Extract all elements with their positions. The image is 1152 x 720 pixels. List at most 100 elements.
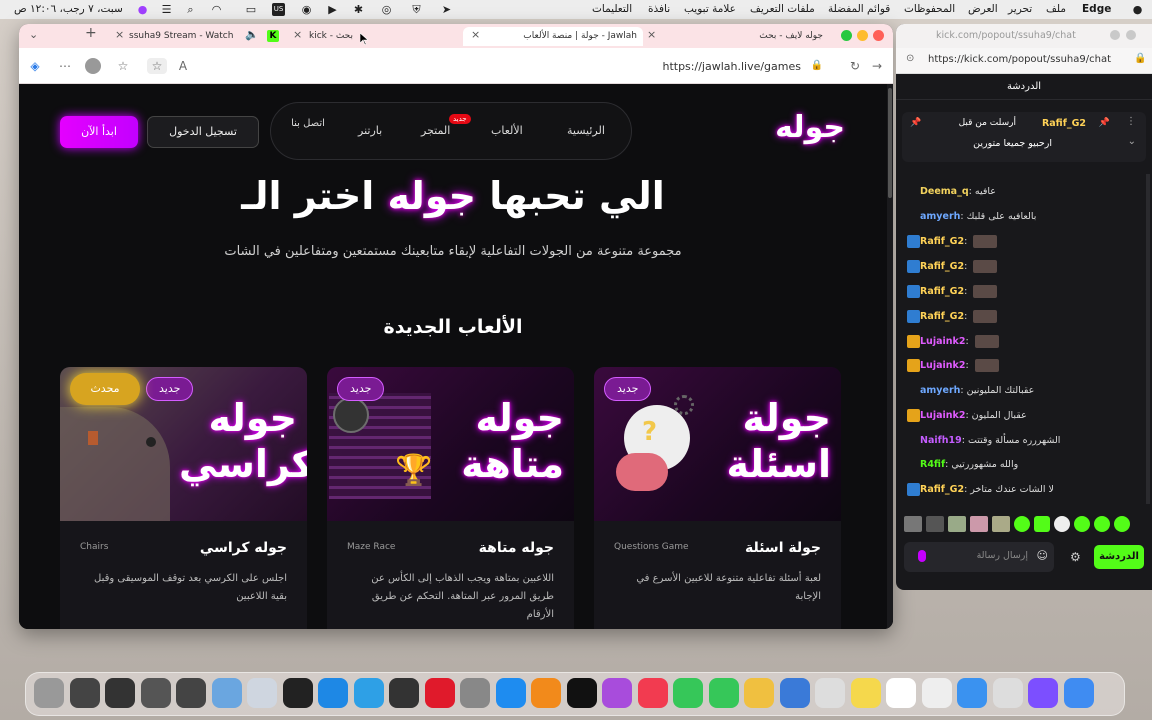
- expand-chevron-icon[interactable]: ⌄: [1128, 136, 1136, 147]
- menu-edit[interactable]: تحرير: [1008, 3, 1032, 15]
- safari-icon[interactable]: [318, 678, 348, 708]
- copilot-icon[interactable]: ◈: [27, 58, 43, 74]
- finder-window-icon[interactable]: [140, 678, 171, 708]
- close-window-button[interactable]: [873, 30, 884, 41]
- chat-username[interactable]: amyerh: [920, 385, 960, 396]
- nav-store[interactable]: المتجر: [421, 124, 450, 137]
- refresh-icon[interactable]: ↻: [847, 58, 863, 74]
- pinned-message[interactable]: ⋮ 📌 أرسلت من قبل Rafif_G2 📌 ارحبيو جميعا…: [902, 112, 1146, 162]
- control-center-icon[interactable]: ☰: [160, 3, 173, 16]
- chat-input[interactable]: إرسال رسالة ☺: [904, 542, 1054, 572]
- chat-username[interactable]: Lujaink2: [920, 410, 965, 421]
- play-icon[interactable]: ▶: [326, 3, 339, 16]
- menu-tab[interactable]: علامة تبويب: [684, 3, 736, 15]
- zoom-window-button[interactable]: [841, 30, 852, 41]
- minimize-window-button[interactable]: [857, 30, 868, 41]
- tab-kick-search[interactable]: kick - بحث: [303, 27, 453, 46]
- menu-app-name[interactable]: Edge: [1082, 3, 1111, 15]
- emote-icon[interactable]: [948, 516, 966, 532]
- emote-icon[interactable]: [992, 516, 1010, 532]
- terminal-icon[interactable]: [282, 678, 313, 708]
- opera-icon[interactable]: [424, 678, 455, 708]
- menu-view[interactable]: العرض: [968, 3, 998, 15]
- nav-games[interactable]: الألعاب: [491, 124, 523, 137]
- nav-contact[interactable]: اتصل بنا: [291, 117, 325, 131]
- tab-kick-stream[interactable]: ssuha9 Stream - Watch: [123, 27, 263, 46]
- chat-send-button[interactable]: الدردشة: [1094, 545, 1144, 569]
- url-text[interactable]: https://jawlah.live/games: [662, 60, 801, 73]
- game-card-questions[interactable]: جولة اسئلة ? جديد جولة اسئلة Questions G…: [594, 367, 841, 629]
- location-icon[interactable]: ➤: [440, 3, 453, 16]
- kick-emote-icon[interactable]: [1074, 516, 1090, 532]
- menu-window[interactable]: نافذة: [648, 3, 670, 15]
- music-icon[interactable]: [637, 678, 668, 708]
- more-menu-icon[interactable]: ⋯: [57, 58, 73, 74]
- finder-window-icon[interactable]: [69, 678, 100, 708]
- chat-scrollbar[interactable]: [1146, 174, 1150, 504]
- chat-username[interactable]: Rafif_G2: [920, 236, 964, 247]
- notes-icon[interactable]: [850, 678, 881, 708]
- chat-username[interactable]: Naifh19: [920, 435, 962, 446]
- kick-emote-icon[interactable]: [1034, 516, 1050, 532]
- page-scrollbar[interactable]: [887, 84, 893, 629]
- read-aloud-icon[interactable]: A: [175, 58, 191, 74]
- siri-icon[interactable]: [1028, 678, 1058, 708]
- menu-help[interactable]: التعليمات: [592, 3, 632, 15]
- menu-favorites[interactable]: قوائم المفضلة: [828, 3, 890, 15]
- battery-icon[interactable]: ▭: [242, 3, 260, 16]
- kick-emote-icon[interactable]: [1054, 516, 1070, 532]
- menubar-clock[interactable]: سبت، ٧ رجب، ١٢:٠٦ ص: [14, 3, 123, 15]
- chat-username[interactable]: Lujaink2: [920, 360, 965, 371]
- edge-icon[interactable]: [353, 678, 384, 708]
- trash-icon[interactable]: [34, 678, 64, 708]
- status-icon[interactable]: ◎: [380, 3, 393, 16]
- tab-jawlah-search[interactable]: جوله لايف - بحث: [659, 27, 829, 46]
- close-tab-icon[interactable]: ×: [471, 28, 480, 41]
- photos-icon[interactable]: [744, 678, 774, 708]
- site-info-icon[interactable]: ⊙: [906, 53, 914, 64]
- login-button[interactable]: تسجيل الدخول: [147, 116, 259, 148]
- chat-username[interactable]: Rafif_G2: [920, 311, 964, 322]
- pinned-user[interactable]: Rafif_G2: [1042, 118, 1086, 129]
- chat-username[interactable]: Rafif_G2: [920, 484, 964, 495]
- close-tab-icon[interactable]: ×: [647, 28, 656, 41]
- tab-jawlah-site[interactable]: جولة | منصة الألعاب - Jawlah: [463, 27, 643, 46]
- kick-emote-icon[interactable]: [1094, 516, 1110, 532]
- close-window-button[interactable]: [1126, 30, 1136, 40]
- freeform-icon[interactable]: [921, 678, 952, 708]
- us-input-icon[interactable]: US: [272, 3, 285, 16]
- apple-icon[interactable]: ●: [1131, 3, 1144, 16]
- menu-history[interactable]: المحفوظات: [904, 3, 955, 15]
- profile-avatar-icon[interactable]: [85, 58, 101, 74]
- chat-url[interactable]: https://kick.com/popout/ssuha9/chat: [928, 54, 1111, 65]
- apple-tv-icon[interactable]: [566, 678, 597, 708]
- tab-list-chevron-icon[interactable]: ⌄: [29, 28, 38, 41]
- close-tab-icon[interactable]: ×: [293, 28, 302, 41]
- nav-home[interactable]: الرئيسية: [567, 124, 605, 137]
- start-now-button[interactable]: ابدأ الآن: [60, 116, 138, 148]
- wifi-icon[interactable]: ◠: [210, 3, 223, 16]
- shield-icon[interactable]: ⛨: [410, 3, 423, 16]
- siri-icon[interactable]: ●: [136, 3, 149, 16]
- search-icon[interactable]: ⌕: [184, 3, 197, 16]
- bluetooth-icon[interactable]: ✱: [352, 3, 365, 16]
- preview-icon[interactable]: [211, 678, 242, 708]
- emote-icon[interactable]: [926, 516, 944, 532]
- menu-profiles[interactable]: ملفات التعريف: [750, 3, 815, 15]
- new-tab-icon[interactable]: +: [85, 25, 97, 41]
- launchpad-icon[interactable]: [992, 678, 1023, 708]
- game-card-chairs[interactable]: جوله كراسي جديد محدث جوله كراسي Chairs ا…: [60, 367, 307, 629]
- chat-username[interactable]: Rafif_G2: [920, 261, 964, 272]
- chat-username[interactable]: R4fif: [920, 459, 945, 470]
- kick-emote-icon[interactable]: [1014, 516, 1030, 532]
- emote-icon[interactable]: [904, 516, 922, 532]
- mail-icon[interactable]: [957, 678, 987, 708]
- record-icon[interactable]: ◉: [300, 3, 313, 16]
- obs-icon[interactable]: [389, 678, 419, 708]
- nav-partner[interactable]: بارتنر: [358, 124, 382, 137]
- mic-icon[interactable]: [918, 550, 926, 562]
- speaker-icon[interactable]: 🔈: [245, 28, 259, 41]
- photos-icon[interactable]: [247, 678, 277, 708]
- chat-username[interactable]: Rafif_G2: [920, 286, 964, 297]
- forward-icon[interactable]: →: [869, 58, 885, 74]
